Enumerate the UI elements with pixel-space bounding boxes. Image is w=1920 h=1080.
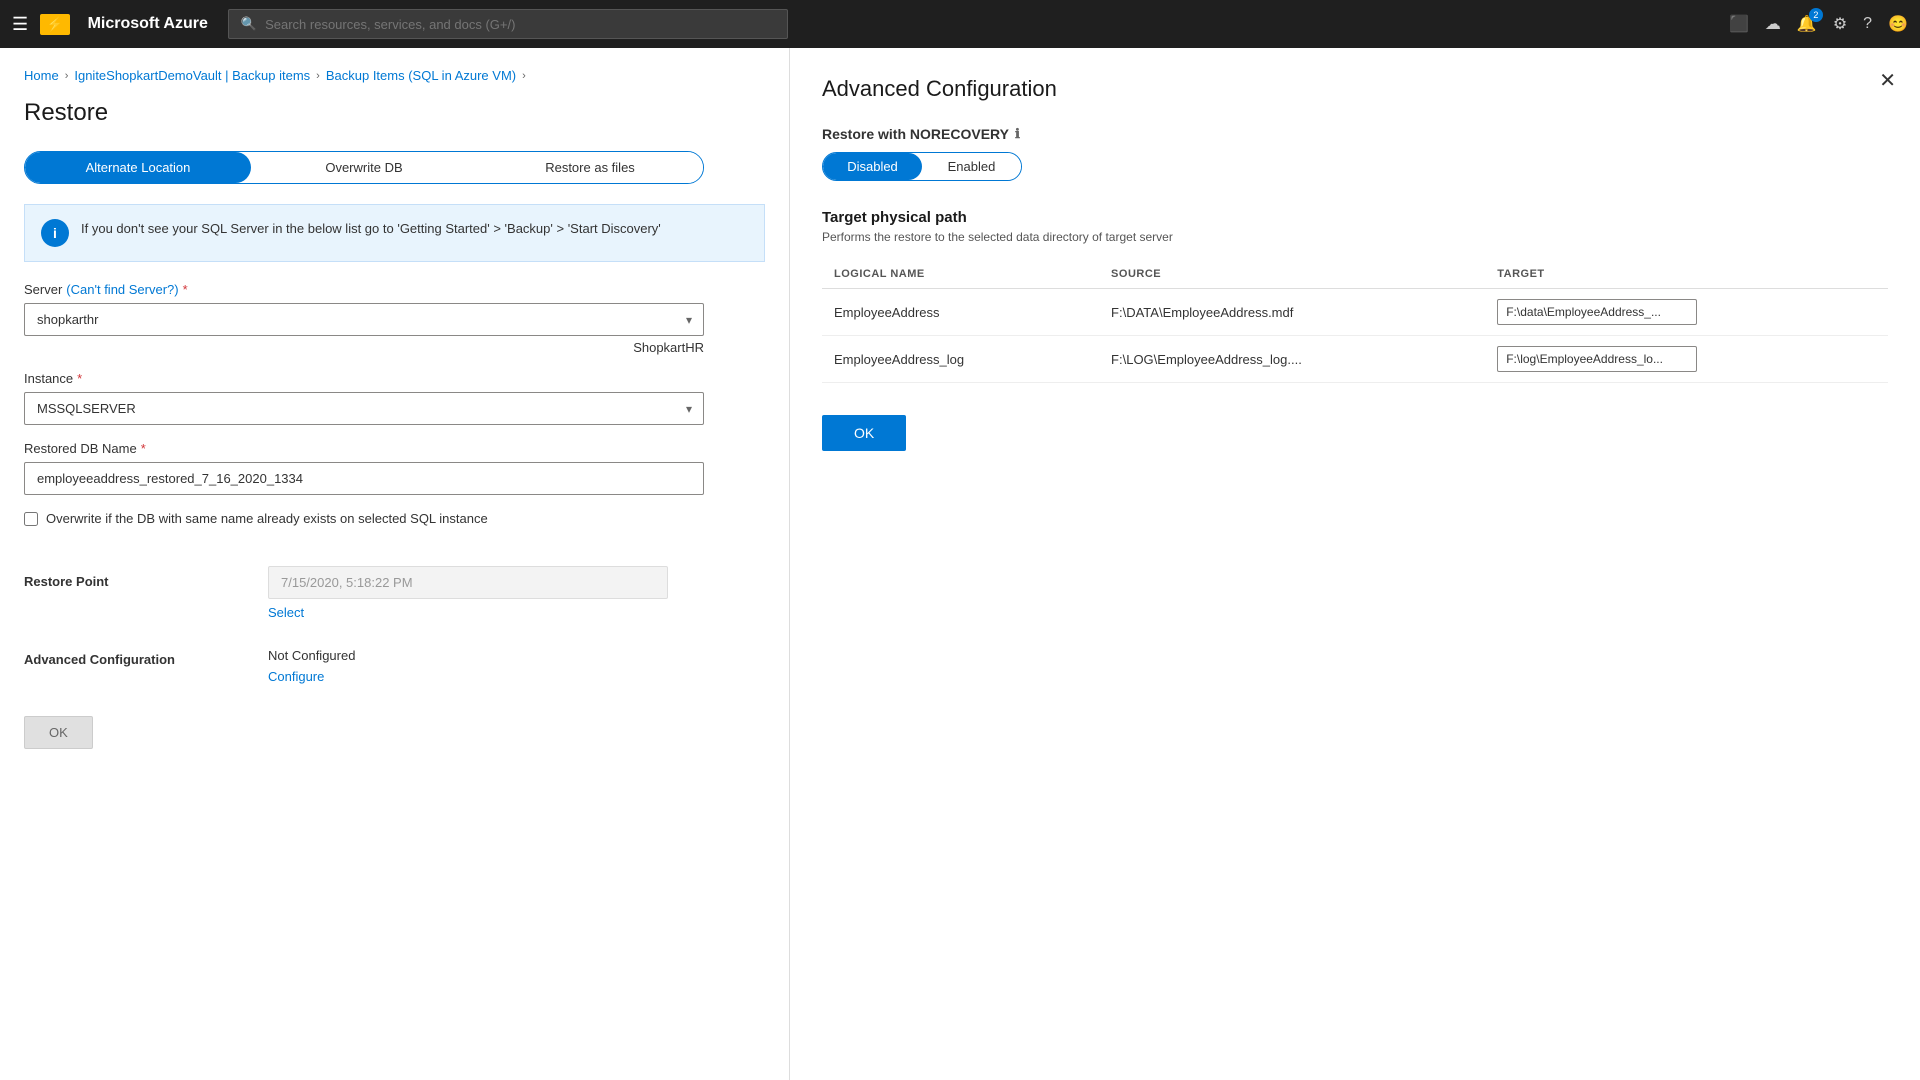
norecovery-toggle: Disabled Enabled [822,152,1022,181]
user-avatar-icon[interactable]: 😊 [1888,14,1908,34]
top-navigation: ☰ ⚡ Microsoft Azure 🔍 ⬛ ☁ 🔔 2 ⚙ ? 😊 [0,0,1920,48]
physical-path-desc: Performs the restore to the selected dat… [822,230,1888,244]
hamburger-menu[interactable]: ☰ [12,14,28,35]
info-text: If you don't see your SQL Server in the … [81,219,661,239]
table-body: EmployeeAddress F:\DATA\EmployeeAddress.… [822,289,1888,383]
select-link[interactable]: Select [268,605,765,620]
nav-logo-icon: ⚡ [40,14,69,35]
tab-restore-as-files[interactable]: Restore as files [477,152,703,183]
breadcrumb-sep-3: › [522,70,526,82]
instance-required: * [77,371,82,386]
instance-label: Instance * [24,371,765,386]
breadcrumb-sep-2: › [316,70,320,82]
overwrite-checkbox-row: Overwrite if the DB with same name alrea… [24,511,765,526]
target-input-0[interactable] [1497,299,1697,325]
col-source: SOURCE [1099,260,1485,289]
restore-point-label: Restore Point [24,566,244,589]
cell-target-0[interactable] [1485,289,1888,336]
col-logical-name: LOGICAL NAME [822,260,1099,289]
server-label: Server (Can't find Server?) * [24,282,765,297]
info-banner: i If you don't see your SQL Server in th… [24,204,765,262]
page-title: Restore [24,99,765,127]
cell-source-1: F:\LOG\EmployeeAddress_log.... [1099,336,1485,383]
cant-find-server-link[interactable]: (Can't find Server?) [66,282,178,297]
restore-point-input [268,566,668,599]
instance-form-group: Instance * MSSQLSERVER ▾ [24,371,765,425]
configure-link[interactable]: Configure [268,669,765,684]
physical-path-table: LOGICAL NAME SOURCE TARGET EmployeeAddre… [822,260,1888,383]
physical-path-title: Target physical path [822,209,1888,226]
breadcrumb-current: Backup Items (SQL in Azure VM) [326,68,516,83]
cell-logical-name-0: EmployeeAddress [822,289,1099,336]
table-row: EmployeeAddress F:\DATA\EmployeeAddress.… [822,289,1888,336]
table-header: LOGICAL NAME SOURCE TARGET [822,260,1888,289]
server-hint: ShopkartHR [24,340,704,355]
breadcrumb: Home › IgniteShopkartDemoVault | Backup … [24,68,765,83]
overwrite-label: Overwrite if the DB with same name alrea… [46,511,488,526]
adv-config-content: Not Configured Configure [268,648,765,684]
table-row: EmployeeAddress_log F:\LOG\EmployeeAddre… [822,336,1888,383]
ok-button-right[interactable]: OK [822,415,906,451]
nav-logo-text: Microsoft Azure [88,15,208,33]
server-select[interactable]: shopkarthr [24,303,704,336]
target-input-1[interactable] [1497,346,1697,372]
tab-overwrite-db[interactable]: Overwrite DB [251,152,477,183]
server-form-group: Server (Can't find Server?) * shopkarthr… [24,282,765,355]
terminal-icon[interactable]: ⬛ [1729,14,1749,34]
bell-icon[interactable]: 🔔 2 [1797,14,1817,34]
db-name-form-group: Restored DB Name * [24,441,765,495]
db-name-required: * [141,441,146,456]
settings-icon[interactable]: ⚙ [1833,14,1847,34]
search-box[interactable]: 🔍 [228,9,788,39]
adv-config-label: Advanced Configuration [24,648,244,667]
search-input[interactable] [265,17,775,32]
cell-source-0: F:\DATA\EmployeeAddress.mdf [1099,289,1485,336]
instance-select-wrapper: MSSQLSERVER ▾ [24,392,704,425]
cell-target-1[interactable] [1485,336,1888,383]
nav-icons: ⬛ ☁ 🔔 2 ⚙ ? 😊 [1729,14,1908,34]
info-icon: i [41,219,69,247]
notification-badge: 2 [1809,8,1823,22]
norecovery-label: Restore with NORECOVERY ℹ [822,126,1888,142]
main-layout: Home › IgniteShopkartDemoVault | Backup … [0,48,1920,1080]
panel-title: Advanced Configuration [822,76,1888,102]
tab-strip: Alternate Location Overwrite DB Restore … [24,151,704,184]
server-required: * [183,282,188,297]
server-select-wrapper: shopkarthr ▾ [24,303,704,336]
overwrite-checkbox[interactable] [24,512,38,526]
help-icon[interactable]: ? [1863,15,1872,33]
adv-config-section: Advanced Configuration Not Configured Co… [24,640,765,684]
breadcrumb-home[interactable]: Home [24,68,59,83]
cloud-upload-icon[interactable]: ☁ [1765,14,1781,34]
adv-config-value: Not Configured [268,648,765,663]
tab-alternate-location[interactable]: Alternate Location [25,152,251,183]
norecovery-info-icon[interactable]: ℹ [1015,126,1020,142]
search-icon: 🔍 [241,16,257,32]
db-name-label: Restored DB Name * [24,441,765,456]
restore-point-content: Select [268,566,765,620]
ok-button-left[interactable]: OK [24,716,93,749]
restore-point-section: Restore Point Select [24,546,765,620]
instance-select[interactable]: MSSQLSERVER [24,392,704,425]
right-panel: Advanced Configuration ✕ Restore with NO… [790,48,1920,1080]
col-target: TARGET [1485,260,1888,289]
close-button[interactable]: ✕ [1879,68,1896,93]
cell-logical-name-1: EmployeeAddress_log [822,336,1099,383]
breadcrumb-vault[interactable]: IgniteShopkartDemoVault | Backup items [74,68,310,83]
toggle-enabled[interactable]: Enabled [922,153,1021,180]
left-panel: Home › IgniteShopkartDemoVault | Backup … [0,48,790,1080]
db-name-input[interactable] [24,462,704,495]
breadcrumb-sep-1: › [65,70,69,82]
toggle-disabled[interactable]: Disabled [823,153,922,180]
